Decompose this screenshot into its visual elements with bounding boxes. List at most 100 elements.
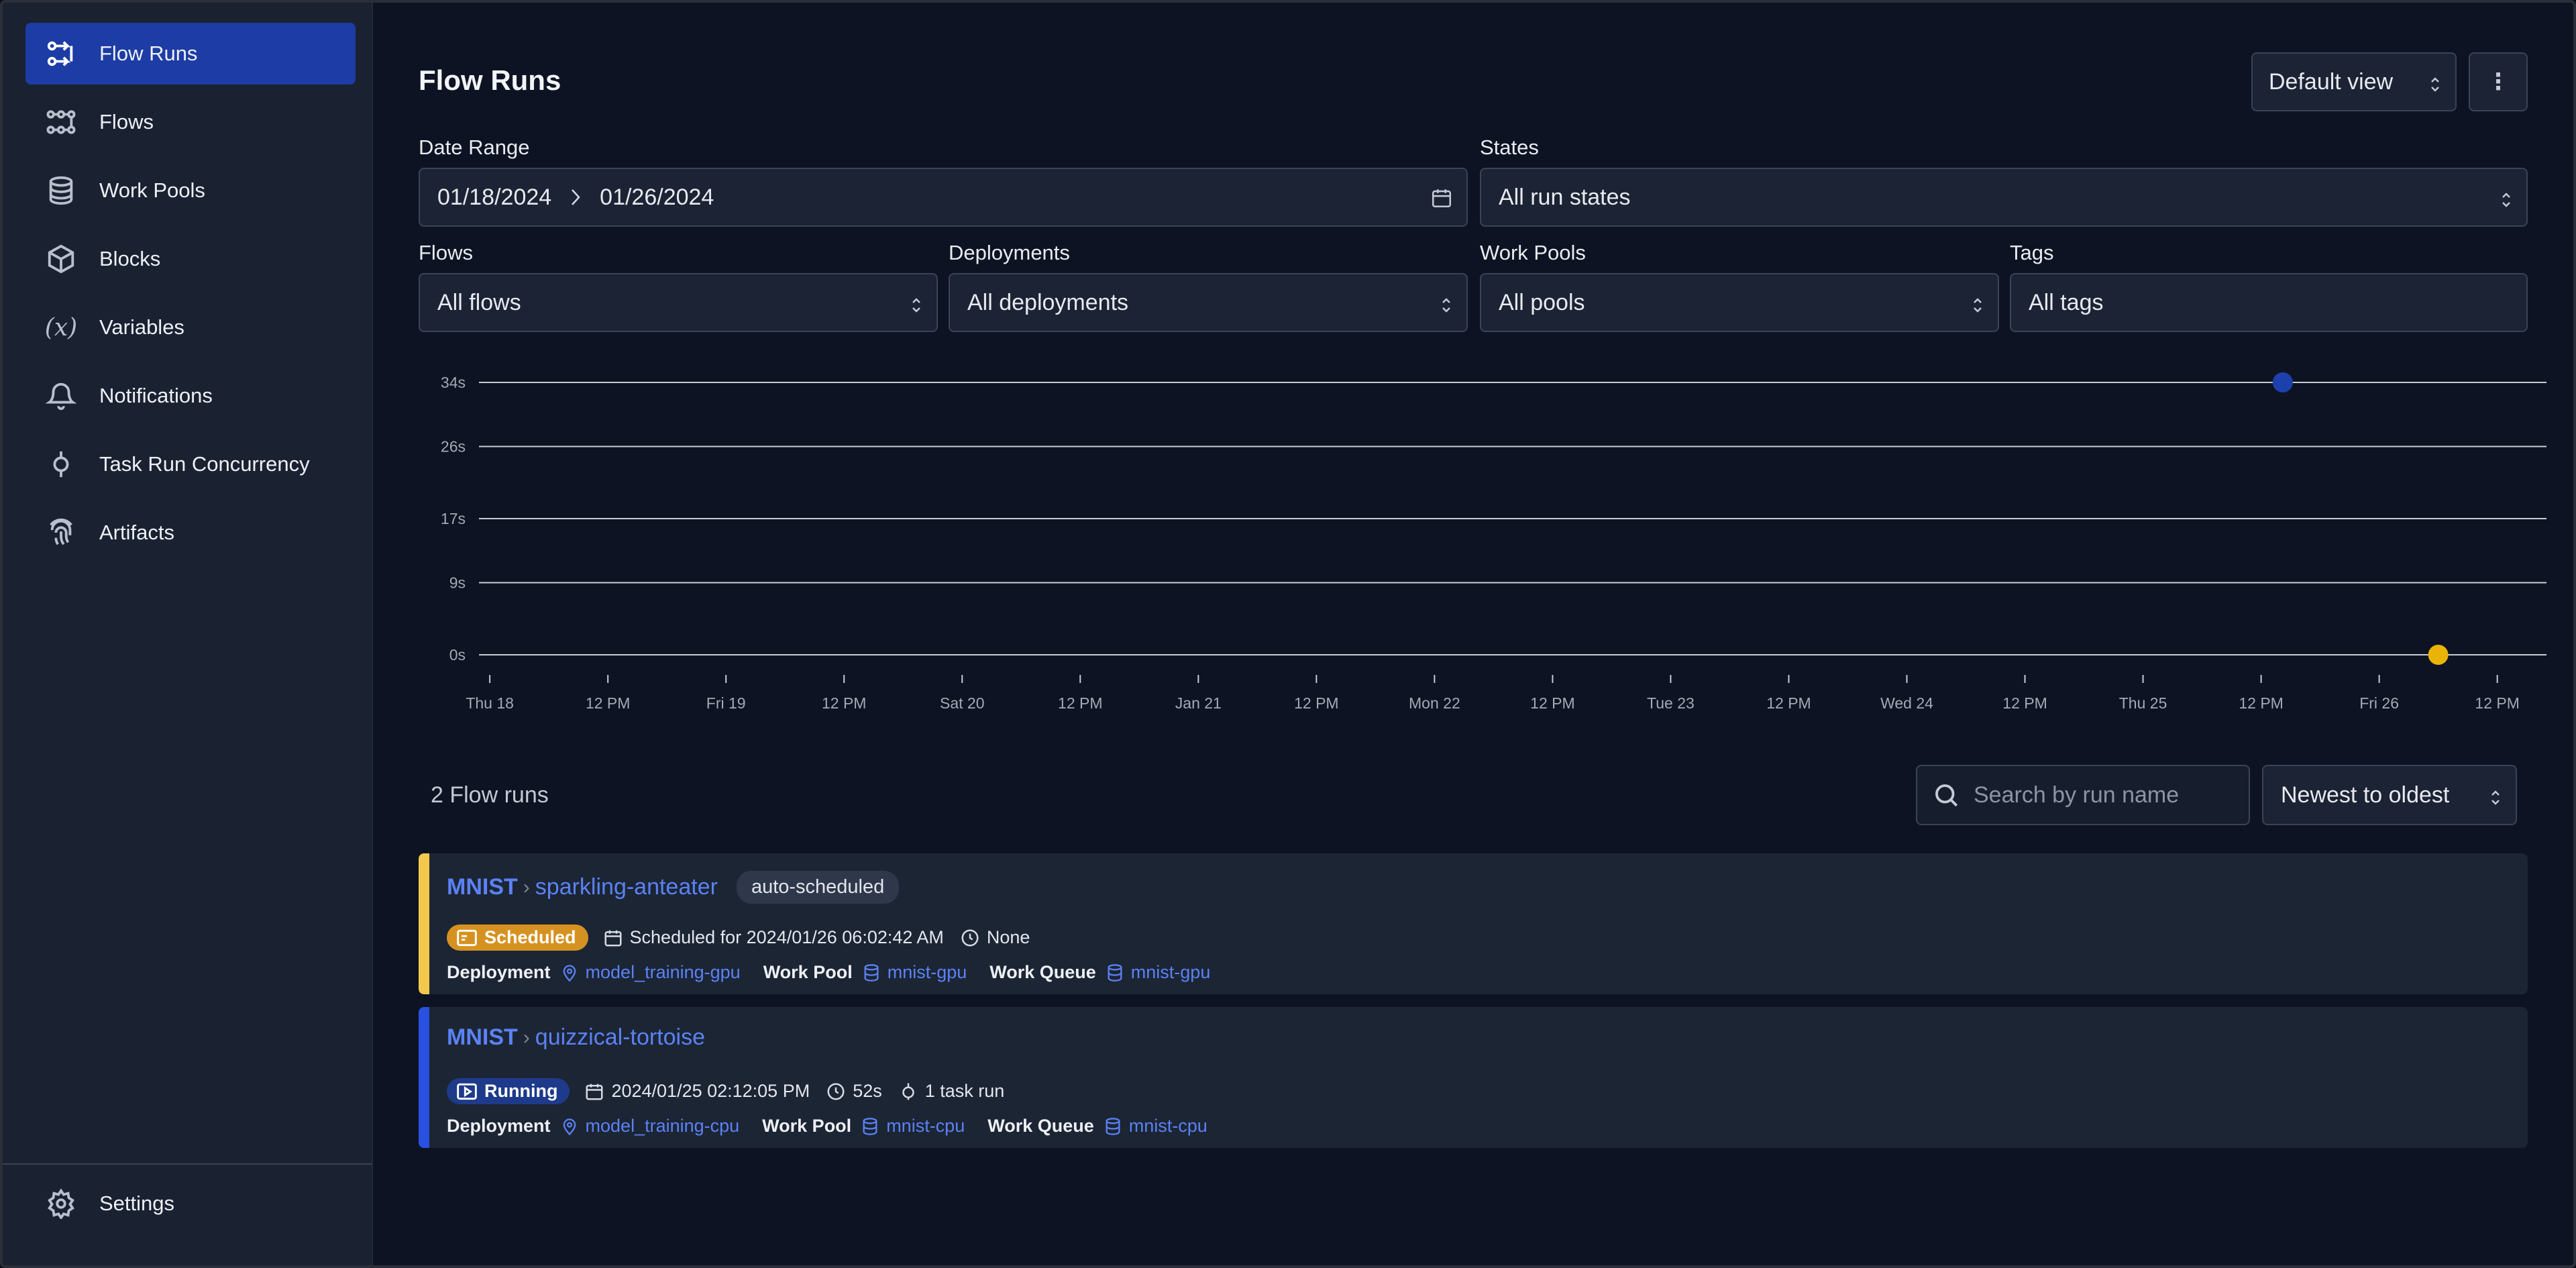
deployments-select[interactable]: All deployments <box>949 273 1468 332</box>
states-label: States <box>1480 136 1539 159</box>
chart-x-tick-label: Thu 25 <box>2119 694 2167 712</box>
chart-x-tick-label: 12 PM <box>586 694 630 712</box>
sidebar-item-label: Notifications <box>99 384 213 407</box>
sidebar-item-variables[interactable]: (x) Variables <box>25 297 356 358</box>
work-queue-link[interactable]: mnist-cpu <box>1104 1116 1208 1137</box>
chart-x-tick-label: 12 PM <box>2002 694 2047 712</box>
sidebar-item-label: Work Pools <box>99 178 205 202</box>
run-name-link[interactable]: sparkling-anteater <box>535 874 718 900</box>
chart-y-tick-label: 34s <box>441 374 466 391</box>
sidebar-item-task-run-concurrency[interactable]: Task Run Concurrency <box>25 433 356 495</box>
work-pool-link[interactable]: mnist-cpu <box>861 1116 965 1137</box>
saved-view-select[interactable]: Default view <box>2251 52 2457 111</box>
state-label: Running <box>484 1081 558 1101</box>
chart-x-tick-label: 12 PM <box>2475 694 2519 712</box>
deployments-label: Deployments <box>949 241 1070 264</box>
run-details: Deployment model_training-cpu Work Pool … <box>447 1116 1230 1137</box>
chart-x-tick-label: 12 PM <box>1294 694 1338 712</box>
flows-value: All flows <box>437 289 521 315</box>
deployments-value: All deployments <box>967 289 1129 315</box>
run-duration-text: None <box>986 927 1030 947</box>
work-queue-label: Work Queue <box>989 962 1096 982</box>
tags-value: All tags <box>2029 289 2104 315</box>
tags-input[interactable]: All tags <box>2010 273 2528 332</box>
chart-x-tick-label: Mon 22 <box>1409 694 1460 712</box>
calendar-icon[interactable] <box>1430 187 1453 209</box>
run-time: 2024/01/25 02:12:05 PM <box>584 1081 810 1102</box>
more-options-icon: ⋮ <box>2487 69 2510 95</box>
chart-x-tick-label: Fri 26 <box>2359 694 2399 712</box>
more-options-button[interactable]: ⋮ <box>2469 52 2528 111</box>
flow-name-link[interactable]: MNIST <box>447 1024 518 1051</box>
flow-name-link[interactable]: MNIST <box>447 874 518 900</box>
work-queue-label: Work Queue <box>987 1116 1094 1136</box>
tags-label: Tags <box>2010 241 2054 264</box>
sort-value: Newest to oldest <box>2281 782 2450 808</box>
page-title: Flow Runs <box>419 64 561 96</box>
deployment-label: Deployment <box>447 1116 551 1136</box>
sidebar-nav: Flow Runs Flows Work Pools Blocks (x) Va… <box>25 23 356 570</box>
flow-run-card[interactable]: MNIST › quizzical-tortoise Running 2024/… <box>419 1007 2528 1148</box>
flows-select[interactable]: All flows <box>419 273 938 332</box>
work-queue-value: mnist-gpu <box>1130 962 1211 982</box>
sidebar-item-label: Flows <box>99 110 154 134</box>
date-range-end: 01/26/2024 <box>600 184 714 210</box>
sidebar-item-flows[interactable]: Flows <box>25 91 356 153</box>
chevron-up-down-icon <box>2430 73 2440 92</box>
search-input[interactable]: Search by run name <box>1916 765 2250 825</box>
app-window: Flow Runs Flows Work Pools Blocks (x) Va… <box>0 0 2576 1268</box>
chevron-up-down-icon <box>1441 294 1452 313</box>
chart-data-point[interactable] <box>2272 372 2293 392</box>
sidebar-item-work-pools[interactable]: Work Pools <box>25 160 356 221</box>
sidebar-item-blocks[interactable]: Blocks <box>25 228 356 290</box>
scheduled-icon <box>457 929 477 946</box>
work-queue-link[interactable]: mnist-gpu <box>1106 962 1211 983</box>
run-meta: Running 2024/01/25 02:12:05 PM 52s 1 tas… <box>447 1078 1020 1104</box>
clock-icon <box>827 1083 845 1100</box>
deployment-link[interactable]: model_training-gpu <box>560 962 741 983</box>
run-details: Deployment model_training-gpu Work Pool … <box>447 962 1233 983</box>
work-pools-select[interactable]: All pools <box>1480 273 1999 332</box>
run-tag: auto-scheduled <box>736 871 900 904</box>
chevron-right-icon: › <box>523 1026 530 1049</box>
states-select[interactable]: All run states <box>1480 168 2528 227</box>
work-queue-value: mnist-cpu <box>1128 1116 1208 1136</box>
database-icon <box>44 174 78 207</box>
work-pool-value: mnist-gpu <box>887 962 967 982</box>
sidebar: Flow Runs Flows Work Pools Blocks (x) Va… <box>3 3 373 1265</box>
saved-view-value: Default view <box>2269 68 2394 95</box>
deployment-link[interactable]: model_training-cpu <box>560 1116 740 1137</box>
state-badge: Scheduled <box>447 924 588 951</box>
state-color-bar <box>419 853 429 994</box>
date-range-field[interactable]: 01/18/2024 01/26/2024 <box>419 168 1468 227</box>
calendar-icon <box>604 930 622 946</box>
run-name-link[interactable]: quizzical-tortoise <box>535 1024 705 1051</box>
sort-select[interactable]: Newest to oldest <box>2262 765 2517 825</box>
flow-run-card[interactable]: MNIST › sparkling-anteater auto-schedule… <box>419 853 2528 994</box>
database-icon <box>864 963 879 982</box>
run-duration: 52s <box>826 1081 882 1102</box>
chart-svg: 34s 26s 17s 9s 0s Thu 18 12 PM Fri 19 12 PM Sat 2… <box>441 372 2546 712</box>
state-color-bar <box>419 1007 429 1148</box>
sidebar-item-label: Flow Runs <box>99 42 198 65</box>
work-pool-link[interactable]: mnist-gpu <box>862 962 967 983</box>
flows-icon <box>44 105 78 139</box>
main-content: Flow Runs Default view ⋮ Date Range 01/1… <box>373 3 2573 1265</box>
flow-runs-icon <box>44 37 78 70</box>
deployment-value: model_training-cpu <box>585 1116 740 1136</box>
work-pool-label: Work Pool <box>763 962 853 982</box>
work-pool-label: Work Pool <box>762 1116 852 1136</box>
chart-x-tick-label: Fri 19 <box>706 694 746 712</box>
chart-data-point[interactable] <box>2428 645 2449 665</box>
chart-x-tick-label: 12 PM <box>822 694 866 712</box>
sidebar-item-notifications[interactable]: Notifications <box>25 365 356 427</box>
chart-y-tick-label: 26s <box>441 438 466 456</box>
state-badge: Running <box>447 1078 570 1104</box>
chart-x-tick-label: Thu 18 <box>466 694 514 712</box>
sidebar-item-artifacts[interactable]: Artifacts <box>25 502 356 564</box>
chart-x-tick-label: Tue 23 <box>1647 694 1695 712</box>
work-pools-label: Work Pools <box>1480 241 1586 264</box>
sidebar-item-settings[interactable]: Settings <box>25 1173 356 1234</box>
bell-icon <box>44 379 78 413</box>
sidebar-item-flow-runs[interactable]: Flow Runs <box>25 23 356 85</box>
